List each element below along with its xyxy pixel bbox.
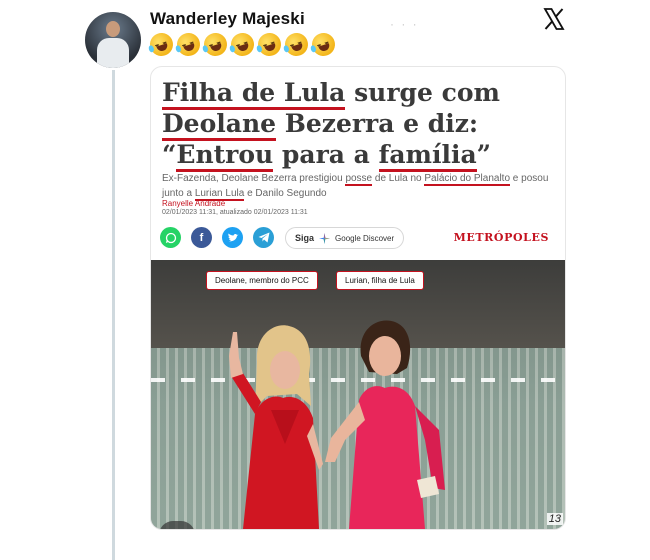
emoji-tear	[309, 44, 317, 53]
lede-part: Palácio do Planalto	[424, 173, 511, 186]
headline-part: surge com	[345, 78, 500, 107]
decorative-dots: · · ·	[390, 17, 419, 31]
emoji-tear	[255, 44, 263, 53]
lede-part: Ex-Fazenda, Deolane Bezerra prestigiou	[162, 173, 346, 184]
headline-part: Deolane	[162, 109, 277, 141]
whatsapp-icon	[165, 232, 176, 243]
siga-label: Siga	[295, 233, 315, 243]
article-lede: Ex-Fazenda, Deolane Bezerra prestigiou p…	[162, 171, 560, 201]
thread-line	[112, 70, 115, 560]
emoji-mouth	[237, 43, 250, 53]
emoji-tear	[282, 44, 290, 53]
twitter-bird-icon	[227, 233, 238, 241]
rolling-on-floor-laughing-emoji-icon	[255, 30, 284, 59]
google-discover-icon	[319, 232, 331, 244]
avatar[interactable]	[85, 12, 141, 68]
lede-part: de Lula no	[372, 173, 425, 184]
lede-part: e Danilo Segundo	[244, 188, 327, 199]
avatar-head	[106, 21, 120, 37]
x-logo-icon[interactable]	[542, 7, 566, 31]
avatar-body	[97, 38, 129, 68]
twitter-share-button[interactable]	[222, 227, 243, 248]
headline-part: para a	[273, 140, 379, 169]
facebook-icon: f	[199, 231, 204, 244]
headline-part: ”	[476, 140, 492, 169]
article-dateline: 02/01/2023 11:31, atualizado 02/01/2023 …	[162, 209, 308, 216]
headline-part: Filha de Lula	[162, 78, 346, 110]
emoji-mouth	[291, 43, 304, 53]
telegram-share-button[interactable]	[253, 227, 274, 248]
quoted-article-card[interactable]: Filha de Lula surge com Deolane Bezerra …	[150, 66, 566, 530]
rolling-on-floor-laughing-emoji-icon	[309, 30, 338, 59]
rolling-on-floor-laughing-emoji-icon	[147, 30, 176, 59]
share-buttons: f	[160, 227, 274, 248]
page-number: 13	[546, 513, 563, 525]
emoji-row	[147, 30, 338, 59]
rolling-on-floor-laughing-emoji-icon	[282, 30, 311, 59]
publisher-logo[interactable]: METRÓPOLES	[454, 231, 549, 244]
emoji-tear	[147, 44, 155, 53]
article-photo[interactable]: Deolane, membro do PCC Lurian, filha de …	[151, 260, 565, 529]
rolling-on-floor-laughing-emoji-icon	[201, 30, 230, 59]
whatsapp-share-button[interactable]	[160, 227, 181, 248]
emoji-mouth	[156, 43, 169, 53]
google-discover-follow-button[interactable]: Siga Google Discover	[285, 227, 405, 249]
google-discover-label: Google Discover	[335, 233, 395, 243]
emoji-mouth	[210, 43, 223, 53]
headline-part: Entrou	[176, 140, 274, 172]
woman-in-pink-dress-figure	[325, 320, 445, 529]
emoji-tear	[201, 44, 209, 53]
headline-part: família	[378, 140, 477, 172]
photo-label-deolane: Deolane, membro do PCC	[206, 271, 318, 290]
lede-part: posse	[345, 173, 373, 186]
rolling-on-floor-laughing-emoji-icon	[228, 30, 257, 59]
emoji-mouth	[183, 43, 196, 53]
article-author[interactable]: Ranyelle Andrade	[162, 199, 225, 208]
article-headline: Filha de Lula surge com Deolane Bezerra …	[162, 77, 558, 172]
photo-label-lurian: Lurian, filha de Lula	[336, 271, 424, 290]
emoji-tear	[228, 44, 236, 53]
emoji-tear	[174, 44, 182, 53]
emoji-mouth	[264, 43, 277, 53]
emoji-mouth	[318, 43, 331, 53]
rolling-on-floor-laughing-emoji-icon	[174, 30, 203, 59]
facebook-share-button[interactable]: f	[191, 227, 212, 248]
username[interactable]: Wanderley Majeski	[150, 9, 305, 29]
telegram-icon	[258, 232, 269, 243]
